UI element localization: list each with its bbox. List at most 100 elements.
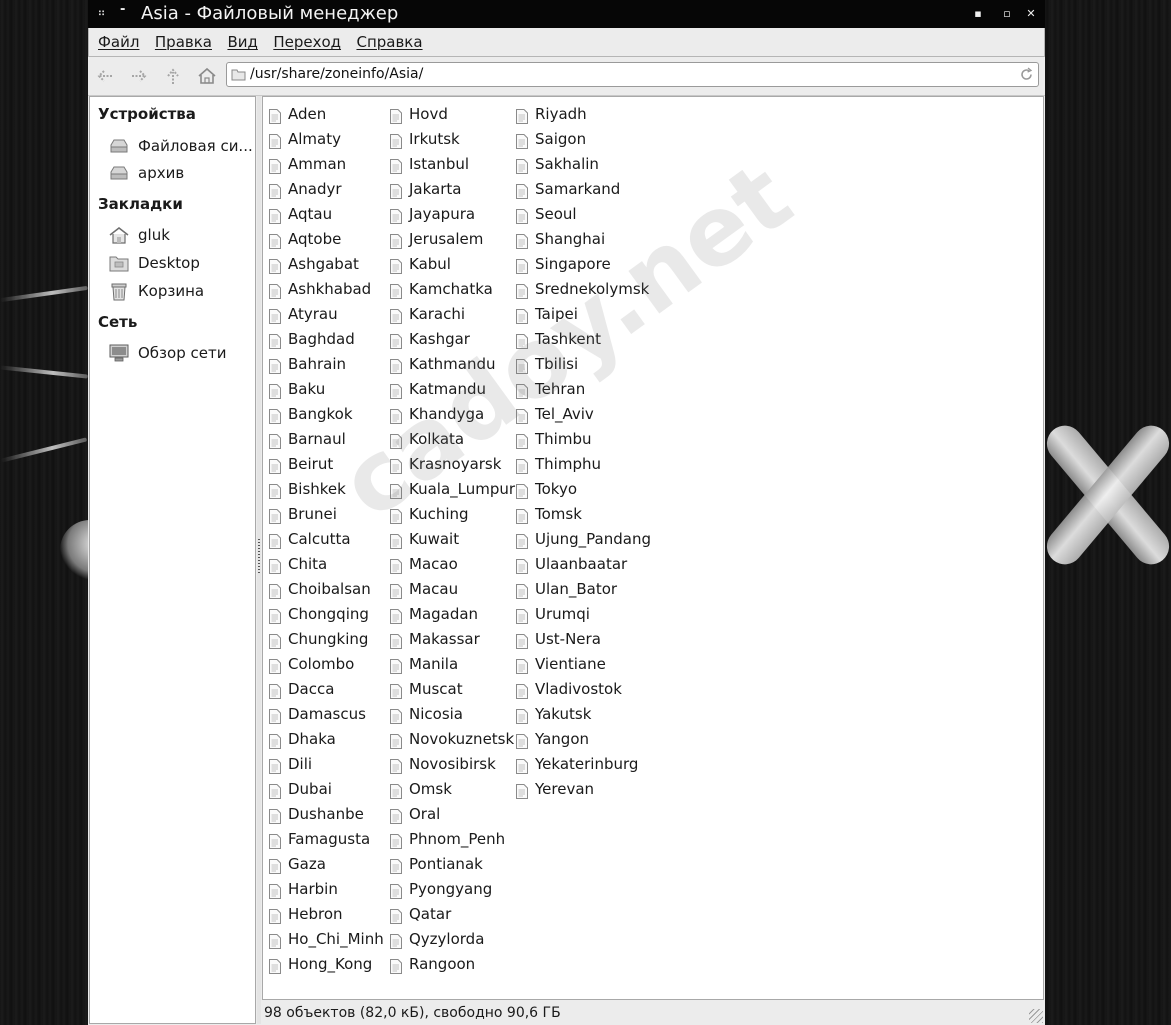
file-name: Jakarta [409,180,462,198]
text-file-icon [390,132,402,149]
file-name: Kamchatka [409,280,493,298]
file-name: Ujung_Pandang [535,530,651,548]
text-file-icon [390,482,402,499]
sidebar-item-label: Корзина [138,282,205,300]
file-name: Dacca [288,680,335,698]
text-file-icon [390,232,402,249]
text-file-icon [516,582,528,599]
file-name: Tehran [535,380,586,398]
file-name: Pyongyang [409,880,493,898]
text-file-icon [516,682,528,699]
file-name: Kuala_Lumpur [409,480,516,498]
close-button[interactable]: ✕ [1023,6,1039,22]
text-file-icon [390,657,402,674]
title-bar[interactable]: ⠶ - Asia - Файловый менеджер ▪ ▫ ✕ [88,0,1045,28]
text-file-icon [390,332,402,349]
sidebar-item-trash[interactable]: Корзина [108,279,253,303]
minimize-button[interactable]: ▪ [970,6,986,22]
sidebar-item-network[interactable]: Обзор сети [108,341,253,365]
file-list-view[interactable]: Aden Almaty Amman Anadyr Aqtau Aqtobe Ashgabat… [262,96,1044,1000]
forward-icon [132,70,147,82]
file-name: Samarkand [535,180,621,198]
window-menu-icon[interactable]: ⠶ [94,6,108,20]
text-file-icon [269,257,281,274]
wallpaper-streak [0,365,88,379]
address-bar[interactable]: /usr/share/zoneinfo/Asia/ [226,62,1039,87]
back-button[interactable] [92,64,118,88]
text-file-icon [269,932,281,949]
maximize-button[interactable]: ▫ [999,6,1015,22]
file-name: Thimbu [535,430,592,448]
wallpaper-streak [0,437,88,463]
file-name: Hong_Kong [288,955,373,973]
text-file-icon [390,507,402,524]
resize-grip[interactable] [1029,1009,1043,1023]
text-file-icon [269,782,281,799]
home-button[interactable] [194,64,220,88]
text-file-icon [516,232,528,249]
file-name: Seoul [535,205,577,223]
text-file-icon [269,357,281,374]
menu-edit[interactable]: Правка [155,28,212,56]
up-icon [167,68,179,84]
file-name: Colombo [288,655,355,673]
file-name: Beirut [288,455,334,473]
text-file-icon [390,632,402,649]
text-file-icon [390,757,402,774]
network-icon [109,344,129,362]
forward-button[interactable] [126,64,152,88]
text-file-icon [269,657,281,674]
menu-file[interactable]: Файл [98,28,139,56]
file-name: Jerusalem [409,230,484,248]
text-file-icon [516,732,528,749]
menu-go[interactable]: Переход [273,28,341,56]
text-file-icon [516,457,528,474]
sidebar-item-home[interactable]: gluk [108,223,253,247]
wallpaper-streak [0,285,88,303]
devices-header: Устройства [98,105,196,123]
file-name: Brunei [288,505,337,523]
text-file-icon [390,607,402,624]
file-name: Shanghai [535,230,606,248]
text-file-icon [390,207,402,224]
file-name: Anadyr [288,180,342,198]
file-name: Dili [288,755,313,773]
file-name: Kathmandu [409,355,496,373]
network-header: Сеть [98,313,138,331]
home-icon [198,67,216,84]
text-file-icon [269,282,281,299]
file-name: Macau [409,580,459,598]
text-file-icon [390,832,402,849]
file-name: Tomsk [535,505,582,523]
menu-help[interactable]: Справка [356,28,422,56]
file-manager-window: ⠶ - Asia - Файловый менеджер ▪ ▫ ✕ Файл … [88,0,1045,1025]
file-name: Istanbul [409,155,470,173]
address-path[interactable]: /usr/share/zoneinfo/Asia/ [250,66,423,82]
file-name: Choibalsan [288,580,371,598]
file-name: Famagusta [288,830,371,848]
menu-view[interactable]: Вид [227,28,257,56]
pane-splitter[interactable] [257,96,261,1024]
refresh-icon[interactable] [1019,67,1034,82]
sidebar-item-archive[interactable]: архив [108,161,253,185]
trash-icon [111,283,127,301]
file-name: Krasnoyarsk [409,455,502,473]
file-name: Dubai [288,780,332,798]
file-name: Yangon [535,730,590,748]
text-file-icon [269,332,281,349]
file-name: Taipei [535,305,578,323]
splitter-grip[interactable] [258,539,260,573]
up-button[interactable] [160,64,186,88]
file-name: Manila [409,655,459,673]
shade-icon[interactable]: - [120,2,125,17]
file-name: Kuwait [409,530,460,548]
file-name: Novosibirsk [409,755,496,773]
file-name: Dushanbe [288,805,364,823]
file-name: Katmandu [409,380,486,398]
file-name: Irkutsk [409,130,460,148]
sidebar-item-desktop[interactable]: Desktop [108,251,253,275]
sidebar-item-filesystem[interactable]: Файловая си... [108,134,253,158]
text-file-icon [516,107,528,124]
file-name: Yakutsk [535,705,592,723]
text-file-icon [516,157,528,174]
